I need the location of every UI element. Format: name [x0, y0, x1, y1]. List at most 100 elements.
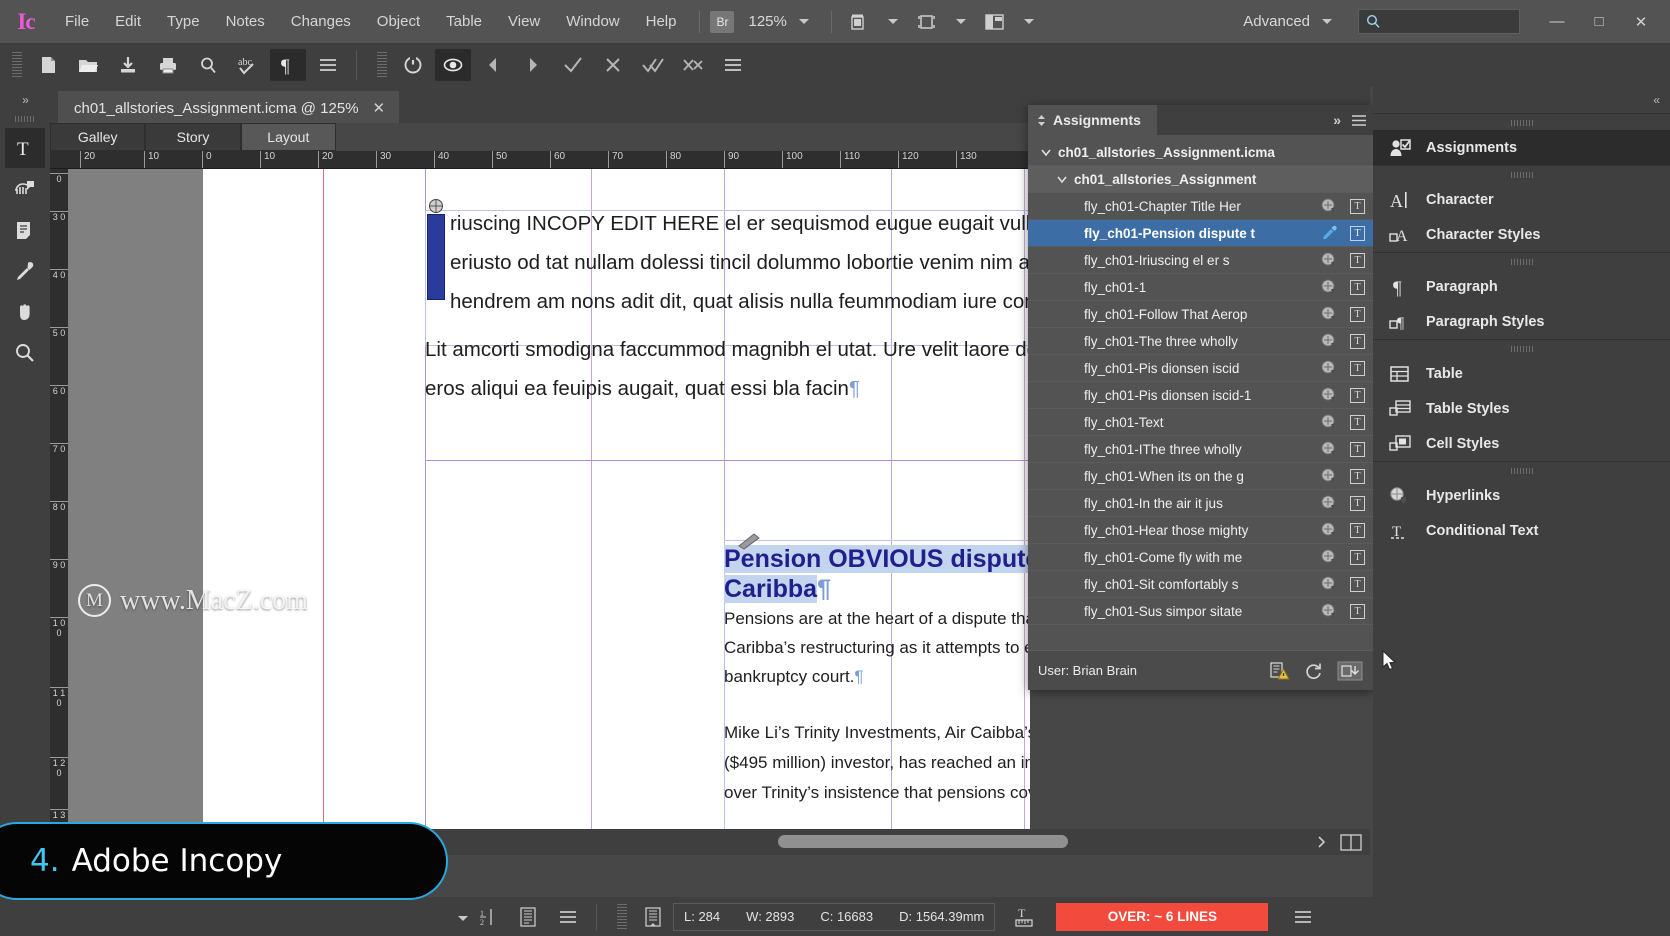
menu-window[interactable]: Window	[553, 0, 632, 43]
dock-collapse-button[interactable]: «	[1373, 87, 1670, 113]
workspace-dropdown-icon[interactable]	[1310, 0, 1344, 43]
status-grip[interactable]	[617, 903, 627, 930]
dock-item-assignments[interactable]: Assignments	[1373, 130, 1670, 165]
story-type-icon[interactable]: T	[1350, 468, 1365, 484]
vertical-ruler[interactable]: 0 3 0 4 0 5 0 6 0 7 0 8 0 9 0 1 0 0 1 1 …	[50, 169, 68, 829]
document-canvas[interactable]: riuscing INCOPY EDIT HERE el er sequismo…	[68, 169, 1030, 829]
status-menu-icon[interactable]	[551, 902, 585, 932]
accept-all-changes-icon[interactable]	[635, 49, 671, 81]
reject-all-changes-icon[interactable]	[675, 49, 711, 81]
maximize-button[interactable]: □	[1578, 0, 1620, 43]
available-icon[interactable]	[1321, 441, 1338, 458]
document-tab[interactable]: ch01_allstories_Assignment.icma @ 125% ✕	[58, 91, 400, 123]
assignment-story-row[interactable]: fly_ch01-Hear those mighty T	[1028, 517, 1373, 544]
assignment-story-row[interactable]: fly_ch01-The three wholly T	[1028, 328, 1373, 355]
view-options-dropdown-icon[interactable]	[944, 0, 978, 43]
menu-type[interactable]: Type	[154, 0, 213, 43]
toolbar-grip[interactable]	[12, 52, 22, 78]
spread-view-icon[interactable]	[1340, 833, 1362, 851]
horizontal-ruler[interactable]: 20 10 0 10 20 30 40 50 60 70 80 90 100 1…	[50, 151, 1030, 169]
assignment-story-row[interactable]: fly_ch01-Come fly with me T	[1028, 544, 1373, 571]
assignment-story-row[interactable]: fly_ch01-In the air it jus T	[1028, 490, 1373, 517]
show-changes-icon[interactable]	[435, 49, 471, 81]
assignment-group-row[interactable]: ch01_allstories_Assignment	[1028, 166, 1373, 193]
minimize-button[interactable]: —	[1536, 0, 1578, 43]
menu-changes[interactable]: Changes	[278, 0, 364, 43]
spellcheck-icon[interactable]: abc	[230, 49, 266, 81]
new-doc-icon[interactable]	[30, 49, 66, 81]
tab-layout[interactable]: Layout	[240, 123, 336, 151]
previous-change-icon[interactable]	[475, 49, 511, 81]
track-changes-icon[interactable]	[395, 49, 431, 81]
show-hidden-characters-icon[interactable]: ¶	[270, 49, 306, 81]
dock-item-conditional-text[interactable]: T Conditional Text	[1373, 513, 1670, 548]
menu-view[interactable]: View	[495, 0, 553, 43]
story-type-icon[interactable]: T	[1350, 252, 1365, 268]
bridge-icon[interactable]: Br	[710, 10, 735, 33]
zoom-tool[interactable]	[5, 333, 45, 373]
accept-change-icon[interactable]	[555, 49, 591, 81]
story-type-icon[interactable]: T	[1350, 225, 1365, 241]
assignment-story-row[interactable]: fly_ch01-IThe three wholly T	[1028, 436, 1373, 463]
open-folder-icon[interactable]	[70, 49, 106, 81]
screen-mode-dropdown-icon[interactable]	[876, 0, 910, 43]
story-type-icon[interactable]: T	[1350, 387, 1365, 403]
toolbar-menu-icon[interactable]	[310, 49, 346, 81]
galley-depth-icon[interactable]	[511, 902, 545, 932]
available-icon[interactable]	[1321, 414, 1338, 431]
assignment-story-row[interactable]: fly_ch01-Pis dionsen iscid-1 T	[1028, 382, 1373, 409]
tab-assignments[interactable]: Assignments	[1028, 105, 1157, 135]
story-type-icon[interactable]: T	[1350, 603, 1365, 619]
reject-change-icon[interactable]	[595, 49, 631, 81]
check-in-icon[interactable]	[1337, 660, 1363, 682]
zoom-dropdown-icon[interactable]	[787, 0, 821, 43]
assignment-story-row[interactable]: fly_ch01-When its on the g T	[1028, 463, 1373, 490]
story-type-icon[interactable]: T	[1350, 495, 1365, 511]
assignment-story-row[interactable]: fly_ch01-Text T	[1028, 409, 1373, 436]
available-icon[interactable]	[1321, 252, 1338, 269]
available-icon[interactable]	[1321, 387, 1338, 404]
story-type-icon[interactable]: T	[1350, 198, 1365, 214]
line-numbers-icon[interactable]: 12	[471, 902, 505, 932]
hand-tool[interactable]	[5, 292, 45, 332]
available-icon[interactable]	[1321, 603, 1338, 620]
menu-notes[interactable]: Notes	[213, 0, 278, 43]
dock-item-paragraph[interactable]: ¶ Paragraph	[1373, 269, 1670, 304]
available-icon[interactable]	[1321, 495, 1338, 512]
dock-item-character[interactable]: A Character	[1373, 182, 1670, 217]
horizontal-scrollbar-thumb[interactable]	[778, 835, 1068, 848]
copyfit-icon[interactable]: T	[1007, 902, 1041, 932]
story-type-icon[interactable]: T	[1350, 333, 1365, 349]
tab-story[interactable]: Story	[145, 123, 241, 151]
menu-file[interactable]: File	[52, 0, 102, 43]
dock-item-paragraph-styles[interactable]: ¶ Paragraph Styles	[1373, 304, 1670, 339]
assignment-story-row[interactable]: fly_ch01-1 T	[1028, 274, 1373, 301]
changes-menu-icon[interactable]	[715, 49, 751, 81]
type-tool[interactable]: T	[5, 128, 45, 168]
available-icon[interactable]	[1321, 522, 1338, 539]
out-of-date-warning-icon[interactable]	[1270, 661, 1290, 680]
assignment-story-row[interactable]: fly_ch01-Follow That Aerop T	[1028, 301, 1373, 328]
screen-mode-icon[interactable]	[842, 0, 876, 43]
story-type-icon[interactable]: T	[1350, 360, 1365, 376]
menu-edit[interactable]: Edit	[102, 0, 154, 43]
available-icon[interactable]	[1321, 279, 1338, 296]
chevron-down-icon[interactable]	[1040, 146, 1052, 158]
find-icon[interactable]	[190, 49, 226, 81]
available-icon[interactable]	[1321, 549, 1338, 566]
chevron-down-icon[interactable]	[1056, 173, 1068, 185]
available-icon[interactable]	[1321, 576, 1338, 593]
available-icon[interactable]	[1321, 306, 1338, 323]
assignment-story-row[interactable]: fly_ch01-Iriuscing el er s T	[1028, 247, 1373, 274]
dock-section-grip[interactable]	[1510, 120, 1533, 126]
dock-item-table[interactable]: Table	[1373, 356, 1670, 391]
assignment-story-row[interactable]: fly_ch01-Chapter Title Her T	[1028, 193, 1373, 220]
available-icon[interactable]	[1321, 360, 1338, 377]
print-icon[interactable]	[150, 49, 186, 81]
assignments-list[interactable]: ch01_allstories_Assignment.icma ch01_all…	[1028, 135, 1373, 645]
next-change-icon[interactable]	[515, 49, 551, 81]
assignment-story-row[interactable]: fly_ch01-Sus simpor sitate T	[1028, 598, 1373, 625]
save-icon[interactable]	[110, 49, 146, 81]
dock-item-character-styles[interactable]: A Character Styles	[1373, 217, 1670, 252]
story-type-icon[interactable]: T	[1350, 306, 1365, 322]
